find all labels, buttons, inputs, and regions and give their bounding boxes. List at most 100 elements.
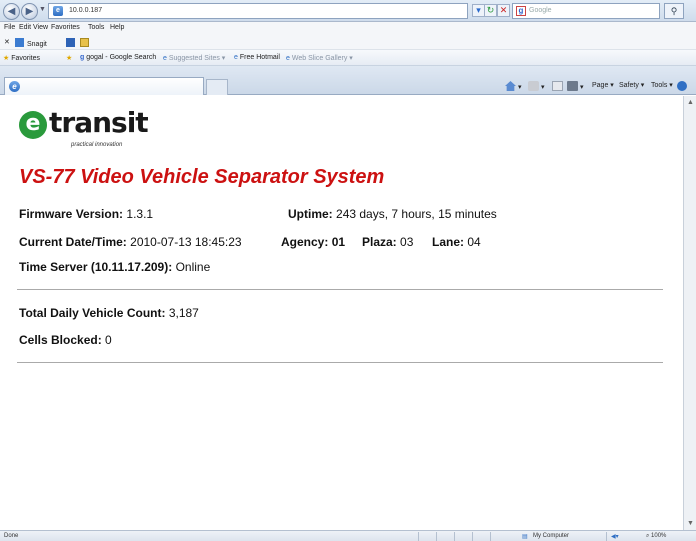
feeds-icon [528,81,539,91]
timeserver-value: Online [175,260,211,274]
google-fav-icon: g [80,54,85,61]
datetime-value: 2010-07-13 18:45:23 [130,235,242,249]
datetime-label: Current Date/Time: [19,235,127,249]
search-placeholder: Google [529,7,552,14]
favorites-label: Favorites [11,55,41,62]
vehicle-count-label: Total Daily Vehicle Count: [19,306,166,320]
agency-value: 01 [331,235,346,249]
help-button[interactable] [677,81,689,91]
plaza-row: Plaza: 03 [362,235,413,249]
firmware-row: Firmware Version: 1.3.1 [19,207,153,221]
uptime-value: 243 days, 7 hours, 15 minutes [336,207,497,221]
back-button[interactable]: ◀ [3,3,20,20]
datetime-row: Current Date/Time: 2010-07-13 18:45:23 [19,235,242,249]
agency-label: Agency: [281,235,329,249]
lane-row: Lane: 04 [432,235,481,249]
address-bar: ◀ ▶ ▼ e 10.0.0.187 ▾ ↻ ✕ g Google ⚲ [0,0,696,22]
cells-blocked-label: Cells Blocked: [19,333,102,347]
mail-icon [552,81,563,91]
page-menu[interactable]: Page ▾ [592,81,614,89]
uptime-row: Uptime: 243 days, 7 hours, 15 minutes [288,207,497,221]
lane-label: Lane: [432,235,465,249]
home-icon [505,81,516,91]
safety-menu[interactable]: Safety ▾ [619,81,644,89]
uptime-label: Uptime: [288,207,333,221]
scroll-down-icon[interactable]: ▼ [685,518,696,529]
menu-favorites[interactable]: Favorites [51,24,80,31]
stop-icon[interactable]: ✕ [497,4,510,17]
menu-edit[interactable]: Edit [19,24,31,31]
add-favorite-icon[interactable]: ★ [66,54,72,62]
timeserver-label: Time Server (10.11.17.209): [19,260,173,274]
favorites-star-icon: ★ [3,55,10,62]
history-dropdown-icon[interactable]: ▼ [39,6,46,13]
tab-current[interactable]: e [4,77,204,95]
plaza-value: 03 [400,235,414,249]
fav-web-slice-gallery[interactable]: e Web Slice Gallery ▾ [286,54,353,62]
links-bar: ✕ Snagit [0,35,696,50]
timeserver-row: Time Server (10.11.17.209): Online [19,260,210,274]
ie-fav-icon: e [163,55,167,62]
plaza-label: Plaza: [362,235,397,249]
fav-web-slice-gallery-label: Web Slice Gallery ▾ [291,55,353,62]
snagit-edit-icon[interactable] [80,38,92,48]
fav-free-hotmail[interactable]: e Free Hotmail [234,54,280,61]
status-separator [418,532,419,541]
scroll-up-icon[interactable]: ▲ [685,97,696,108]
google-icon: g [516,6,526,16]
new-tab-button[interactable] [206,79,228,95]
search-button[interactable]: ⚲ [664,3,684,19]
status-bar: Done ▤ My Computer ◀▾ ⌕ 100% [0,530,696,541]
firmware-value: 1.3.1 [126,207,154,221]
agency-row: Agency: 01 [281,235,345,249]
status-separator [490,532,491,541]
divider [17,362,663,363]
page-title: VS-77 Video Vehicle Separator System [19,166,385,188]
etransit-logo: e transit practical innovation [19,106,149,151]
menu-tools[interactable]: Tools [88,24,104,31]
status-separator [606,532,607,541]
page-icon: e [53,6,63,16]
mail-button[interactable] [552,81,565,91]
snagit-label: Snagit [27,41,47,48]
snagit-capture-icon[interactable] [66,38,78,48]
ie-fav-icon: e [286,55,290,62]
favorites-button[interactable]: ★ Favorites [3,54,40,62]
firmware-label: Firmware Version: [19,207,124,221]
page-content: e transit practical innovation VS-77 Vid… [0,96,683,530]
fav-free-hotmail-label: Free Hotmail [239,54,280,61]
fav-google-search[interactable]: g gogal - Google Search [80,54,156,61]
ie-fav-icon: e [234,54,238,61]
feeds-button[interactable]: ▾ [528,81,545,91]
logo-tagline: practical innovation [71,142,123,148]
divider [17,289,663,290]
print-button[interactable]: ▾ [567,81,584,91]
forward-button[interactable]: ▶ [21,3,38,20]
zoom-level[interactable]: ⌕ 100% [646,533,666,540]
menu-view[interactable]: View [33,24,48,31]
home-button[interactable]: ▾ [505,81,522,91]
fav-suggested-sites-label: Suggested Sites ▾ [168,55,226,62]
close-toolbar-icon[interactable]: ✕ [4,38,10,46]
snagit-button[interactable]: Snagit [15,38,47,48]
search-input[interactable]: g Google [512,3,660,19]
status-separator [472,532,473,541]
protected-mode-icon[interactable]: ◀▾ [611,533,619,540]
menu-help[interactable]: Help [110,24,124,31]
refresh-icon[interactable]: ↻ [484,4,497,17]
lane-value: 04 [467,235,481,249]
fav-suggested-sites[interactable]: e Suggested Sites ▾ [163,54,225,62]
vehicle-count-row: Total Daily Vehicle Count: 3,187 [19,306,199,320]
favorites-bar: ★ Favorites ★ g gogal - Google Search e … [0,50,696,66]
zone-text: My Computer [533,533,570,539]
fav-google-search-label: gogal - Google Search [86,54,157,61]
help-icon [677,81,687,91]
vertical-scrollbar[interactable]: ▲ ▼ [683,96,696,530]
address-input[interactable]: e 10.0.0.187 [48,3,468,19]
tools-menu[interactable]: Tools ▾ [651,81,673,89]
status-text: Done [4,533,19,539]
status-separator [436,532,437,541]
menu-file[interactable]: File [4,24,15,31]
status-separator [454,532,455,541]
menu-bar: File Edit View Favorites Tools Help [0,22,696,35]
